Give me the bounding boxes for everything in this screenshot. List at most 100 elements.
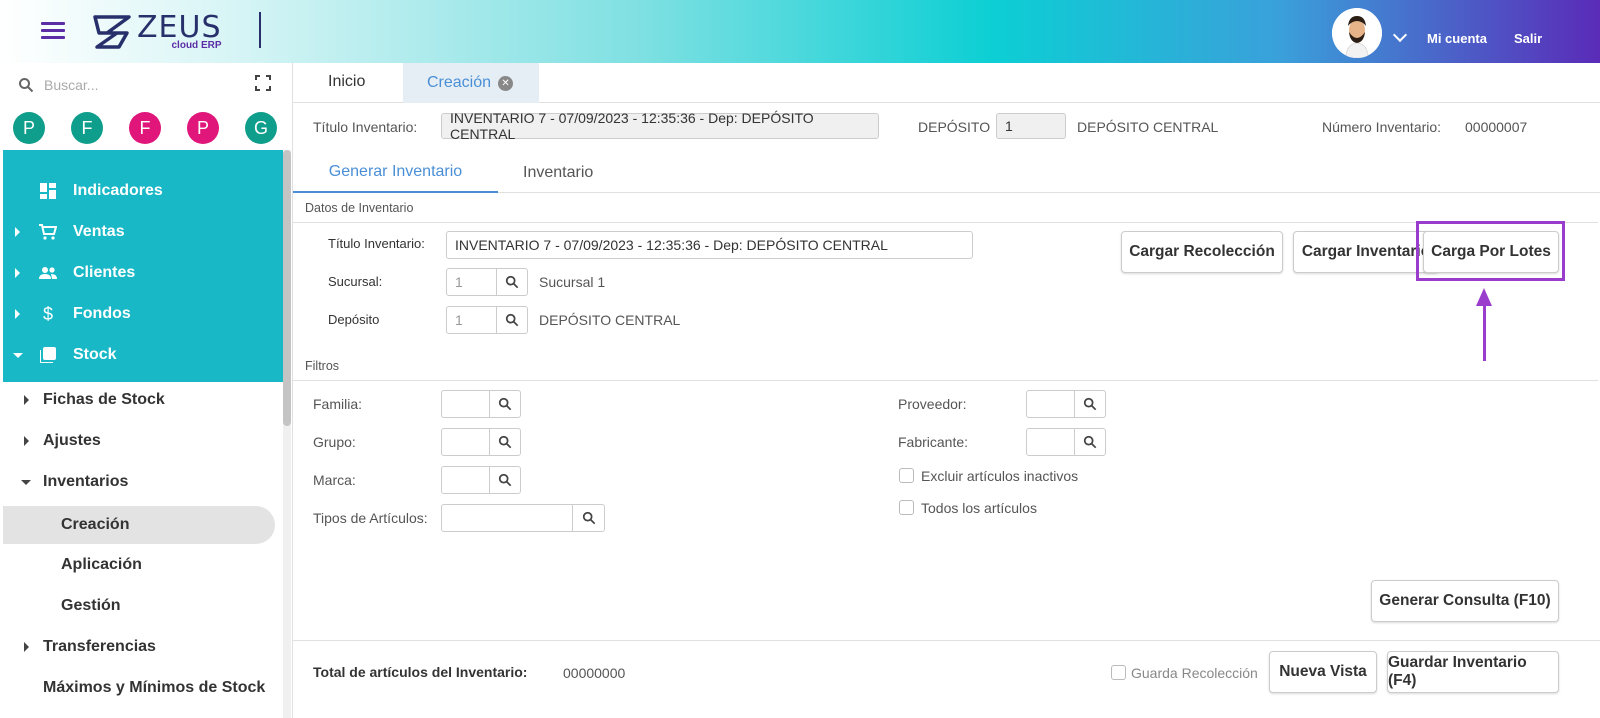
account-link[interactable]: Mi cuenta [1427, 31, 1487, 46]
sidebar-item-maximos-minimos[interactable]: Máximos y Mínimos de Stock [3, 669, 275, 707]
logo: ZEUS cloud ERP [93, 10, 222, 54]
quick-icon-p-pink[interactable]: P [187, 112, 219, 144]
sucursal-lookup[interactable]: 1 [446, 268, 528, 296]
tab-creacion[interactable]: Creación ✕ [403, 63, 539, 103]
tab-label: Creación [427, 74, 492, 91]
section-filtros: Filtros [293, 351, 1598, 381]
sidebar-item-label: Transferencias [43, 638, 156, 655]
marca-input[interactable] [442, 467, 489, 493]
titulo-inventario-label: Título Inventario: [313, 119, 418, 135]
proveedor-lookup[interactable] [1026, 390, 1106, 418]
sidebar-search[interactable]: Buscar... [18, 73, 98, 97]
hamburger-menu-icon[interactable] [41, 22, 65, 40]
tab-inicio[interactable]: Inicio [328, 73, 365, 91]
marca-label: Marca: [313, 472, 356, 488]
sidebar-item-indicadores[interactable]: Indicadores [3, 170, 283, 212]
tipos-articulos-label: Tipos de Artículos: [313, 510, 428, 526]
search-icon[interactable] [1073, 391, 1105, 417]
caret-down-icon [21, 479, 31, 485]
search-icon[interactable] [1073, 429, 1105, 455]
tipos-articulos-lookup[interactable] [441, 504, 605, 532]
proveedor-label: Proveedor: [898, 396, 967, 412]
sidebar-item-transferencias[interactable]: Transferencias [3, 628, 275, 666]
nueva-vista-button[interactable]: Nueva Vista [1269, 651, 1377, 693]
quick-icon-f[interactable]: F [71, 112, 103, 144]
sidebar-item-label: Ventas [73, 223, 125, 240]
quick-icon-p[interactable]: P [13, 112, 45, 144]
close-icon[interactable]: ✕ [498, 75, 514, 91]
sucursal-code-input[interactable]: 1 [447, 269, 496, 295]
sidebar-item-label: Stock [73, 346, 117, 363]
generar-consulta-button[interactable]: Generar Consulta (F10) [1371, 580, 1559, 622]
guardar-inventario-button[interactable]: Guardar Inventario (F4) [1387, 651, 1559, 693]
familia-input[interactable] [442, 391, 489, 417]
people-icon [39, 264, 57, 282]
grupo-input[interactable] [442, 429, 489, 455]
datos-titulo-label: Título Inventario: [328, 236, 425, 251]
fabricante-input[interactable] [1027, 429, 1074, 455]
search-icon[interactable] [488, 391, 520, 417]
logo-divider [259, 12, 261, 48]
tipos-articulos-input[interactable] [442, 505, 572, 531]
fabricante-label: Fabricante: [898, 434, 969, 450]
todos-articulos-checkbox[interactable] [899, 500, 914, 515]
fullscreen-icon[interactable] [255, 75, 271, 91]
excluir-inactivos-label: Excluir artículos inactivos [921, 468, 1079, 484]
logout-link[interactable]: Salir [1514, 31, 1542, 46]
grupo-lookup[interactable] [441, 428, 521, 456]
sidebar-item-gestion[interactable]: Gestión [3, 587, 275, 625]
quick-icon-f-pink[interactable]: F [129, 112, 161, 144]
sidebar-item-label: Indicadores [73, 182, 163, 199]
footer-divider [293, 640, 1600, 641]
sidebar-item-label: Gestión [61, 597, 121, 614]
sidebar-item-ventas[interactable]: Ventas [3, 211, 283, 253]
caret-down-icon [13, 352, 23, 358]
sidebar-item-stock[interactable]: Stock [3, 334, 283, 376]
search-icon [19, 78, 34, 93]
quick-icon-g[interactable]: G [245, 112, 277, 144]
deposito-code-input[interactable]: 1 [447, 307, 496, 333]
search-icon[interactable] [572, 505, 604, 531]
excluir-inactivos-checkbox[interactable] [899, 468, 914, 483]
sidebar-item-label: Ajustes [43, 432, 101, 449]
sidebar-item-fondos[interactable]: $ Fondos [3, 293, 283, 335]
logo-title: ZEUS [137, 10, 222, 45]
caret-right-icon [24, 395, 29, 405]
marca-lookup[interactable] [441, 466, 521, 494]
avatar-icon [1332, 8, 1382, 58]
sidebar-item-label: Clientes [73, 264, 136, 281]
sidebar-item-clientes[interactable]: Clientes [3, 252, 283, 294]
todos-articulos-label: Todos los artículos [921, 500, 1037, 516]
page-tabs: Inicio Creación ✕ [293, 63, 1600, 103]
search-icon[interactable] [495, 307, 527, 333]
search-icon[interactable] [488, 429, 520, 455]
titulo-inventario-readonly: INVENTARIO 7 - 07/09/2023 - 12:35:36 - D… [441, 110, 879, 142]
sidebar-item-label: Aplicación [61, 556, 142, 573]
sidebar-item-aplicacion[interactable]: Aplicación [3, 546, 275, 584]
total-articulos-value: 00000000 [563, 665, 626, 681]
chevron-down-icon[interactable] [1392, 27, 1408, 43]
search-input[interactable]: Buscar... [44, 77, 98, 93]
guarda-recoleccion-label: Guarda Recolección [1131, 665, 1258, 681]
proveedor-input[interactable] [1027, 391, 1074, 417]
deposito-field-label: Depósito [328, 312, 380, 327]
familia-lookup[interactable] [441, 390, 521, 418]
avatar[interactable] [1332, 8, 1382, 58]
dollar-icon: $ [42, 303, 53, 324]
sucursal-label: Sucursal: [328, 274, 383, 289]
titulo-inventario-input[interactable]: INVENTARIO 7 - 07/09/2023 - 12:35:36 - D… [446, 231, 973, 259]
sidebar-item-fichas-de-stock[interactable]: Fichas de Stock [3, 381, 275, 419]
search-icon[interactable] [495, 269, 527, 295]
guarda-recoleccion-checkbox[interactable] [1111, 665, 1126, 680]
sidebar-item-inventarios[interactable]: Inventarios [3, 463, 275, 501]
sidebar-scrollbar-thumb[interactable] [283, 150, 291, 426]
fabricante-lookup[interactable] [1026, 428, 1106, 456]
sidebar-item-ajustes[interactable]: Ajustes [3, 422, 275, 460]
cargar-recoleccion-button[interactable]: Cargar Recolección [1121, 231, 1283, 273]
tab-inventario[interactable]: Inventario [523, 153, 593, 193]
sidebar-item-creacion[interactable]: Creación [3, 506, 275, 544]
caret-right-icon [24, 642, 29, 652]
tab-generar-inventario[interactable]: Generar Inventario [293, 153, 498, 193]
search-icon[interactable] [488, 467, 520, 493]
deposito-lookup[interactable]: 1 [446, 306, 528, 334]
